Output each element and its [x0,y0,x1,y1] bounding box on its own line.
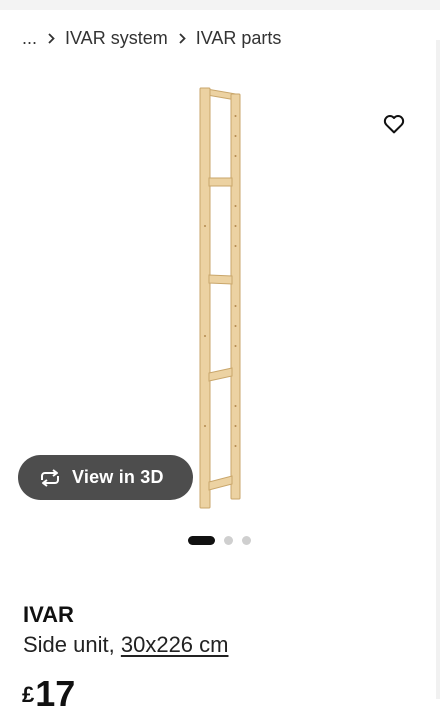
view-in-3d-label: View in 3D [72,467,164,487]
favourite-button[interactable] [381,111,407,137]
breadcrumb-ellipsis[interactable]: ... [22,28,37,49]
top-strip [0,0,440,10]
product-price: £ 17 [22,676,75,712]
scrollbar-track [436,40,440,699]
carousel-dot-3[interactable] [242,535,251,545]
product-description: Side unit, 30x226 cm [23,632,228,658]
product-image[interactable] [196,86,242,512]
price-value: 17 [35,673,76,714]
breadcrumb: ... IVAR system IVAR parts [22,27,281,49]
product-name: IVAR [23,602,74,627]
product-type: Side unit, [23,632,115,657]
carousel-dot-2[interactable] [224,535,233,545]
breadcrumb-ivar-system[interactable]: IVAR system [65,28,168,49]
view-in-3d-button[interactable]: View in 3D [18,455,193,500]
breadcrumb-ivar-parts[interactable]: IVAR parts [196,28,282,49]
chevron-right-icon [179,32,186,44]
price-currency: £ [22,682,35,707]
carousel-indicator [188,535,251,545]
chevron-right-icon [48,32,55,44]
heart-outline-icon [383,115,405,134]
product-size-link[interactable]: 30x226 cm [121,632,229,657]
rotate-arrows-icon [37,468,63,488]
carousel-dot-1[interactable] [188,535,215,545]
